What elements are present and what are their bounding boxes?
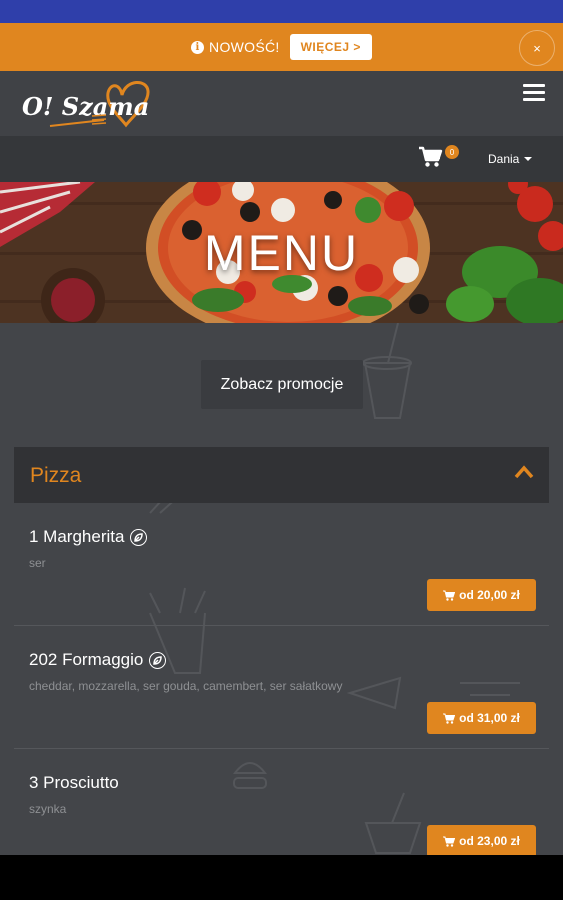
menu-item-description: szynka: [29, 802, 67, 816]
page-title: MENU: [203, 224, 360, 281]
menu-item-name[interactable]: 202 Formaggio: [29, 650, 167, 670]
chevron-up-icon[interactable]: [514, 465, 534, 479]
cart-icon: [443, 836, 456, 847]
cart-icon: [419, 146, 443, 167]
top-navigation: O! Szama: [0, 71, 563, 136]
caret-down-icon: [524, 157, 533, 161]
announcement-label: NOWOŚĆ!: [209, 39, 280, 55]
add-to-cart-button[interactable]: od 20,00 zł: [427, 579, 536, 611]
logo[interactable]: O! Szama: [22, 75, 157, 135]
add-to-cart-button[interactable]: od 23,00 zł: [427, 825, 536, 855]
close-icon: ×: [533, 40, 541, 56]
menu-item-description: cheddar, mozzarella, ser gouda, camember…: [29, 679, 343, 693]
menu-item: 3 Prosciutto szynka od 23,00 zł: [14, 749, 549, 855]
menu-item-name[interactable]: 3 Prosciutto: [29, 773, 119, 793]
vegetarian-leaf-icon: [149, 651, 167, 669]
price-label: od 23,00 zł: [459, 834, 520, 848]
cart-icon: [443, 590, 456, 601]
cart-count-badge: 0: [445, 145, 459, 159]
menu-item: 1 Margherita ser od 20,00 zł: [14, 503, 549, 626]
dishes-dropdown-label: Dania: [488, 152, 520, 166]
secondary-navigation: 0 Dania: [0, 136, 563, 182]
more-button[interactable]: WIĘCEJ >: [289, 34, 372, 60]
info-icon: i: [191, 40, 205, 54]
menu-item-title: 202 Formaggio: [29, 650, 144, 669]
announcement-bar: i NOWOŚĆ! WIĘCEJ > ×: [0, 23, 563, 71]
announcement-text: i NOWOŚĆ!: [191, 39, 280, 55]
menu-item: 202 Formaggio cheddar, mozzarella, ser g…: [14, 626, 549, 749]
add-to-cart-button[interactable]: od 31,00 zł: [427, 702, 536, 734]
menu-item-title: 1 Margherita: [29, 527, 125, 546]
vegetarian-leaf-icon: [130, 528, 148, 546]
menu-item-description: ser: [29, 556, 46, 570]
price-label: od 20,00 zł: [459, 588, 520, 602]
cart-icon: [443, 713, 456, 724]
app-content: O! Szama 0 Dania MENU Zobacz promocje Pi…: [0, 71, 563, 855]
close-announcement-button[interactable]: ×: [519, 30, 555, 66]
dishes-dropdown[interactable]: Dania: [488, 152, 533, 166]
system-status-bar: [0, 0, 563, 23]
category-header-pizza[interactable]: Pizza: [14, 447, 549, 503]
svg-text:O! Szama: O! Szama: [22, 92, 149, 121]
hero-banner: MENU: [0, 182, 563, 323]
category-title: Pizza: [30, 464, 82, 487]
system-navigation-bar: [0, 855, 563, 900]
hamburger-menu-icon[interactable]: [523, 84, 545, 102]
price-label: od 31,00 zł: [459, 711, 520, 725]
see-promotions-button[interactable]: Zobacz promocje: [201, 360, 363, 409]
cart-button[interactable]: 0: [418, 145, 459, 173]
menu-item-name[interactable]: 1 Margherita: [29, 527, 148, 547]
menu-item-title: 3 Prosciutto: [29, 773, 119, 792]
